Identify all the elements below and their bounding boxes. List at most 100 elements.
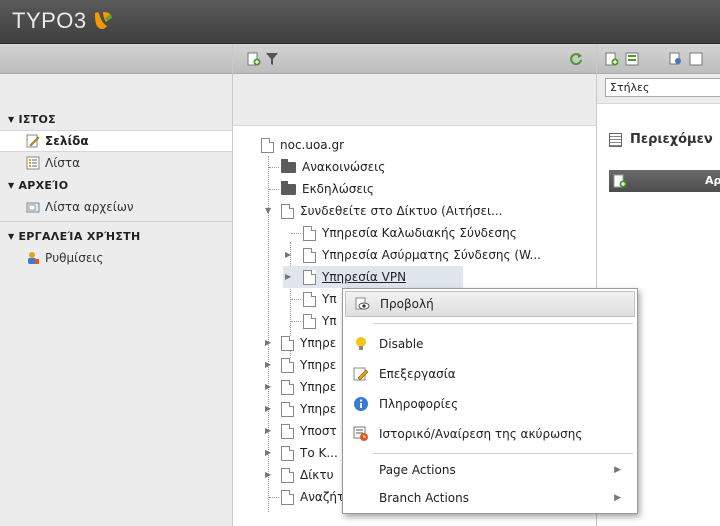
menu-divider [373, 453, 633, 454]
tree-node-label: Εκδηλώσεις [302, 182, 374, 196]
expand-toggle-icon[interactable]: ▶ [265, 448, 271, 457]
section-title: ΕΡΓΑΛΕΊΑ ΧΡΉΣΤΗ [18, 229, 141, 243]
module-item-label: Λίστα αρχείων [45, 200, 134, 214]
section-web[interactable]: ▼ ΙΣΤΟΣ [0, 108, 232, 130]
menu-item-label: Πληροφορίες [379, 397, 459, 411]
section-user-tools[interactable]: ▼ ΕΡΓΑΛΕΊΑ ΧΡΉΣΤΗ [0, 225, 232, 247]
page-icon [281, 357, 294, 373]
menu-item-view[interactable]: Προβολή [345, 291, 635, 317]
folder-icon [281, 158, 296, 173]
page-icon [281, 335, 294, 351]
module-item-label: Σελίδα [45, 134, 89, 148]
tree-node-label: Υποστ [300, 424, 337, 438]
tree-node-label: Υπ [322, 292, 337, 306]
tree-node-label: Υπ [322, 314, 337, 328]
page-icon [281, 489, 294, 505]
context-menu: Προβολή Disable Επεξεργασία Πληροφορίες … [342, 288, 638, 514]
module-item-page[interactable]: Σελίδα [0, 130, 232, 152]
tree-node[interactable]: Εκδηλώσεις [269, 178, 374, 200]
tree-node[interactable]: ▼ Συνδεθείτε στο Δίκτυο (Αιτήσει... [261, 200, 503, 222]
tree-node[interactable]: Ανακοινώσεις [269, 156, 385, 178]
tree-node-label: Ανακοινώσεις [302, 160, 386, 174]
submenu-arrow-icon: ▶ [614, 493, 621, 503]
page-icon [303, 225, 316, 241]
expand-toggle-icon[interactable]: ▶ [265, 338, 271, 347]
tree-node[interactable]: Υπηρεσία Καλωδιακής Σύνδεσης [291, 222, 517, 244]
info-icon [354, 397, 368, 411]
tree-node[interactable]: ▶ Δίκτυ [261, 464, 334, 486]
tree-connector [291, 321, 301, 322]
tree-node-label: Υπηρε [300, 402, 337, 416]
menu-item-branch-actions[interactable]: Branch Actions ▶ [345, 485, 635, 511]
expand-toggle-icon[interactable]: ▶ [265, 470, 271, 479]
expand-toggle-icon[interactable]: ▶ [285, 272, 291, 281]
tree-node-label: Το Κ... [300, 446, 338, 460]
tree-connector [269, 189, 279, 190]
view-page-icon[interactable] [669, 52, 683, 66]
page-icon [281, 467, 294, 483]
tree-node-label: Υπηρεσία Ασύρματης Σύνδεσης (W... [322, 248, 541, 262]
view-icon [355, 297, 370, 310]
section-title: ΑΡΧΕΊΟ [18, 178, 69, 192]
content-list-icon [609, 132, 622, 147]
section-title: ΙΣΤΟΣ [18, 112, 56, 126]
menu-item-info[interactable]: Πληροφορίες [345, 391, 635, 417]
tree-node[interactable]: ▶ Υποστ [261, 420, 337, 442]
module-item-label: Λίστα [45, 156, 81, 170]
module-item-filelist[interactable]: Λίστα αρχείων [0, 196, 232, 218]
collapse-toggle-icon[interactable]: ▼ [265, 206, 271, 215]
tree-node[interactable]: ▶ Υπηρε [261, 398, 336, 420]
tree-node[interactable]: ▶ Υπηρε [261, 332, 336, 354]
expand-toggle-icon[interactable]: ▶ [265, 360, 271, 369]
module-item-settings[interactable]: Ρυθμίσεις [0, 247, 232, 269]
menu-item-history[interactable]: Ιστορικό/Αναίρεση της ακύρωσης [345, 421, 635, 447]
page-icon [303, 313, 316, 329]
page-tree: noc.uoa.gr Ανακοινώσεις Εκδηλώσεις ▼ Συν… [233, 126, 596, 512]
section-file[interactable]: ▼ ΑΡΧΕΊΟ [0, 174, 232, 196]
collapse-arrow-icon: ▼ [8, 180, 15, 190]
module-item-list[interactable]: Λίστα [0, 152, 232, 174]
new-content-icon[interactable] [605, 52, 619, 66]
new-page-icon[interactable] [247, 52, 261, 66]
menu-item-label: Disable [379, 337, 424, 351]
tree-connector [291, 299, 301, 300]
tree-node[interactable]: ▶ Υπηρε [261, 376, 336, 398]
user-settings-icon [26, 251, 40, 265]
tree-node[interactable]: Υπ [291, 310, 337, 332]
content-title-text: Περιεχόμεν [630, 132, 713, 147]
filter-icon[interactable] [265, 52, 279, 66]
tree-node-label: Υπηρεσία Καλωδιακής Σύνδεσης [322, 226, 517, 240]
menu-item-label: Ιστορικό/Αναίρεση της ακύρωσης [379, 427, 583, 441]
tree-node[interactable]: ▶ Υπηρεσία Ασύρματης Σύνδεσης (W... [283, 244, 541, 266]
tree-connector [291, 233, 301, 234]
toolbar-icon[interactable] [689, 52, 703, 66]
menu-item-disable[interactable]: Disable [345, 331, 635, 357]
new-record-icon[interactable] [625, 52, 639, 66]
expand-toggle-icon[interactable]: ▶ [265, 382, 271, 391]
tree-node[interactable]: ▶ Υπηρε [261, 354, 336, 376]
page-icon [281, 445, 294, 461]
page-tree-toolbar [233, 44, 596, 74]
expand-toggle-icon[interactable]: ▶ [285, 250, 291, 259]
page-icon [303, 269, 316, 285]
collapse-arrow-icon: ▼ [8, 114, 15, 124]
menu-divider [373, 323, 633, 324]
refresh-icon[interactable] [569, 52, 583, 66]
columns-select[interactable]: Στήλες [605, 78, 720, 97]
tree-node-label: Υπηρεσία VPN [322, 270, 407, 284]
menu-item-edit[interactable]: Επεξεργασία [345, 361, 635, 387]
tree-node-selected[interactable]: ▶ Υπηρεσία VPN [283, 266, 463, 288]
new-content-element-icon[interactable] [613, 174, 627, 188]
menu-item-label: Επεξεργασία [379, 367, 456, 381]
page-icon [303, 291, 316, 307]
tree-node-root[interactable]: noc.uoa.gr [261, 134, 344, 156]
tree-node-label: Συνδεθείτε στο Δίκτυο (Αιτήσει... [300, 204, 503, 218]
expand-toggle-icon[interactable]: ▶ [265, 426, 271, 435]
typo3-logo[interactable]: TYPO3 [12, 8, 113, 34]
page-icon [281, 203, 294, 219]
tree-node[interactable]: Υπ [291, 288, 337, 310]
tree-node[interactable]: ▶ Το Κ... [261, 442, 338, 464]
content-column-header: Αρ [609, 170, 720, 192]
expand-toggle-icon[interactable]: ▶ [265, 404, 271, 413]
menu-item-page-actions[interactable]: Page Actions ▶ [345, 457, 635, 483]
